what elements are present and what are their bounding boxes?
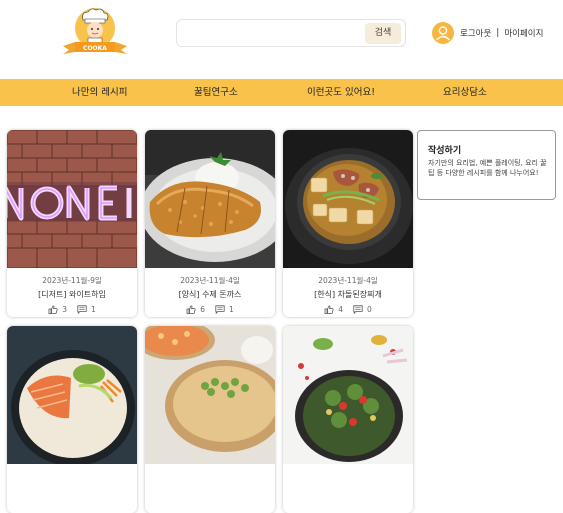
mypage-link[interactable]: 마이페이지 bbox=[504, 27, 543, 39]
recipe-thumbnail-image[interactable] bbox=[283, 326, 413, 464]
recipe-card[interactable]: 2023년-11월-4일 [한식] 차돌된장찌개 4 0 bbox=[283, 130, 413, 317]
comment-count: 1 bbox=[91, 305, 96, 314]
like-count: 6 bbox=[200, 305, 205, 314]
post-date: 2023년-11월-9일 bbox=[42, 276, 102, 285]
user-avatar-icon[interactable] bbox=[432, 22, 454, 44]
search-button[interactable]: 검색 bbox=[365, 23, 401, 44]
search-bar: 검색 bbox=[176, 19, 406, 47]
nav-item-cooking-consult[interactable]: 요리상담소 bbox=[443, 79, 487, 106]
logo-text: COOKA bbox=[83, 45, 107, 52]
header: COOKA 검색 로그아웃 | 마이페이지 bbox=[0, 0, 563, 78]
write-post-box[interactable]: 작성하기 자기만의 요리법, 예쁜 플레이팅, 요리 꿀팁 등 다양한 레시피를… bbox=[417, 130, 556, 200]
recipe-thumbnail-image[interactable] bbox=[145, 130, 275, 268]
cooka-logo[interactable]: COOKA bbox=[61, 6, 129, 58]
post-title[interactable]: [한식] 차돌된장찌개 bbox=[283, 289, 413, 300]
logout-link[interactable]: 로그아웃 bbox=[460, 27, 491, 39]
write-post-description: 자기만의 요리법, 예쁜 플레이팅, 요리 꿀팁 등 다양한 레시피를 함께 나… bbox=[428, 159, 547, 177]
thumbs-up-icon[interactable] bbox=[48, 305, 58, 314]
write-post-title[interactable]: 작성하기 bbox=[428, 143, 461, 156]
post-date: 2023년-11월-4일 bbox=[180, 276, 240, 285]
nav-item-places[interactable]: 이런곳도 있어요! bbox=[307, 79, 375, 106]
recipe-card[interactable] bbox=[7, 326, 137, 513]
comment-count: 1 bbox=[229, 305, 234, 314]
user-separator: | bbox=[496, 28, 500, 38]
recipe-card[interactable] bbox=[145, 326, 275, 513]
nav-item-tips-lab[interactable]: 꿀팁연구소 bbox=[194, 79, 238, 106]
comment-icon[interactable] bbox=[77, 305, 87, 314]
recipe-thumbnail-image[interactable] bbox=[283, 130, 413, 268]
like-count: 3 bbox=[62, 305, 67, 314]
like-count: 4 bbox=[338, 305, 343, 314]
search-input[interactable] bbox=[183, 23, 363, 43]
post-title[interactable]: [양식] 수제 돈까스 bbox=[145, 289, 275, 300]
user-area: 로그아웃 | 마이페이지 bbox=[432, 21, 543, 45]
main-nav: 나만의 레시피 꿀팁연구소 이런곳도 있어요! 요리상담소 bbox=[0, 79, 563, 106]
recipe-thumbnail-image[interactable] bbox=[145, 326, 275, 464]
post-meta: 4 0 bbox=[283, 305, 413, 314]
recipe-card[interactable]: 2023년-11월-9일 [디저트] 와이트하임 3 1 bbox=[7, 130, 137, 317]
thumbs-up-icon[interactable] bbox=[186, 305, 196, 314]
thumbs-up-icon[interactable] bbox=[324, 305, 334, 314]
post-title[interactable]: [디저트] 와이트하임 bbox=[7, 289, 137, 300]
recipe-thumbnail-image[interactable] bbox=[7, 130, 137, 268]
recipe-card[interactable] bbox=[283, 326, 413, 513]
comment-count: 0 bbox=[367, 305, 372, 314]
post-meta: 3 1 bbox=[7, 305, 137, 314]
nav-item-my-recipes[interactable]: 나만의 레시피 bbox=[72, 79, 127, 106]
comment-icon[interactable] bbox=[215, 305, 225, 314]
recipe-card[interactable]: 2023년-11월-4일 [양식] 수제 돈까스 6 1 bbox=[145, 130, 275, 317]
post-meta: 6 1 bbox=[145, 305, 275, 314]
post-date: 2023년-11월-4일 bbox=[318, 276, 378, 285]
comment-icon[interactable] bbox=[353, 305, 363, 314]
recipe-thumbnail-image[interactable] bbox=[7, 326, 137, 464]
